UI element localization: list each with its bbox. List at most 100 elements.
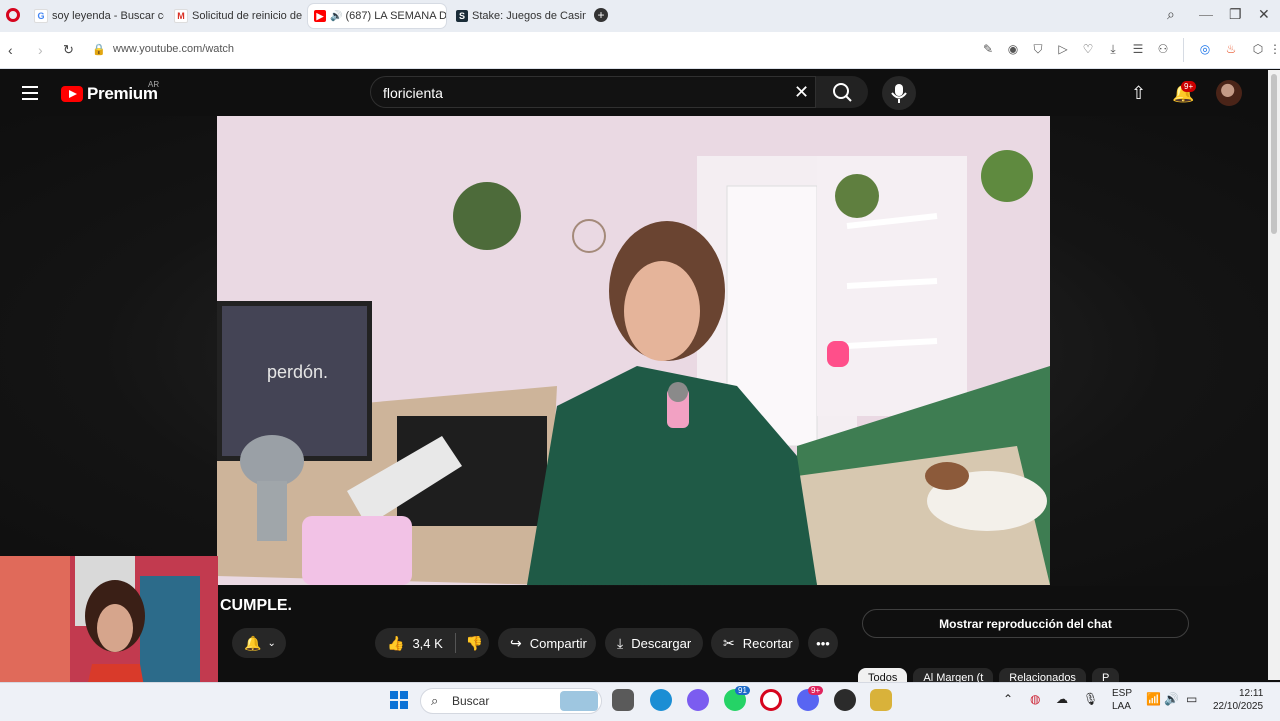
tab-google-search[interactable]: G soy leyenda - Buscar con G bbox=[28, 4, 164, 28]
language-bottom[interactable]: LAA bbox=[1112, 701, 1131, 712]
hamburger-menu-icon[interactable] bbox=[22, 86, 38, 100]
clock-time[interactable]: 12:11 bbox=[1239, 688, 1263, 699]
extension-fire-icon[interactable]: ♨ bbox=[1224, 42, 1238, 56]
tab-stake[interactable]: S Stake: Juegos de Casino O bbox=[450, 4, 586, 28]
extension-blue-icon[interactable]: ◎ bbox=[1198, 42, 1212, 56]
taskbar-search-input[interactable]: Buscar bbox=[452, 694, 489, 708]
video-player[interactable]: perdón. bbox=[217, 116, 1050, 585]
chip-more[interactable]: P bbox=[1091, 668, 1120, 682]
like-dislike-group: 👍 3,4 K 👎 bbox=[375, 628, 489, 658]
language-top[interactable]: ESP bbox=[1112, 688, 1132, 699]
whatsapp-badge: 91 bbox=[735, 686, 750, 695]
page-scrollbar-thumb[interactable] bbox=[1271, 74, 1277, 234]
show-chat-replay-button[interactable]: Mostrar reproducción del chat bbox=[862, 609, 1189, 638]
reload-icon[interactable]: ↻ bbox=[63, 42, 74, 58]
chip-related[interactable]: Relacionados bbox=[999, 668, 1086, 682]
account-icon[interactable]: ⚇ bbox=[1156, 42, 1170, 56]
notification-badge: 9+ bbox=[1181, 81, 1197, 92]
edge-icon[interactable] bbox=[650, 689, 672, 711]
gmail-icon: M bbox=[174, 9, 188, 23]
lock-icon: 🔒 bbox=[92, 44, 106, 56]
like-icon[interactable]: 👍 bbox=[387, 635, 404, 652]
shield-icon[interactable]: ⛉ bbox=[1031, 42, 1045, 56]
back-icon[interactable]: ‹ bbox=[8, 42, 13, 58]
url-field[interactable]: www.youtube.com/watch bbox=[113, 43, 234, 55]
close-window-icon[interactable]: ✕ bbox=[1258, 6, 1270, 23]
more-actions-button[interactable]: ••• bbox=[808, 628, 838, 658]
search-highlight-image[interactable] bbox=[560, 691, 598, 711]
file-explorer-icon[interactable] bbox=[612, 689, 634, 711]
region-code: AR bbox=[148, 80, 160, 89]
share-label: Compartir bbox=[529, 635, 587, 651]
browser-tab-strip: G soy leyenda - Buscar con G M Solicitud… bbox=[0, 0, 1280, 32]
tab-youtube[interactable]: ▶ 🔊 (687) LA SEMANA DE bbox=[308, 4, 446, 28]
obs-icon[interactable] bbox=[834, 689, 856, 711]
tray-mic-icon[interactable]: 🎙 bbox=[1083, 692, 1098, 706]
play-icon[interactable]: ▷ bbox=[1056, 42, 1070, 56]
camera-icon[interactable]: ◉ bbox=[1006, 42, 1020, 56]
easy-setup-icon[interactable]: ☰ bbox=[1131, 42, 1145, 56]
opera-logo-icon[interactable] bbox=[6, 8, 20, 22]
like-count[interactable]: 3,4 K bbox=[412, 636, 442, 651]
forward-icon[interactable]: › bbox=[38, 42, 43, 58]
tab-gmail[interactable]: M Solicitud de reinicio de co bbox=[168, 4, 304, 28]
related-chips: Todos Al Margen (t Relacionados P bbox=[858, 668, 1178, 682]
chip-channel[interactable]: Al Margen (t bbox=[913, 668, 994, 682]
search-tabs-icon[interactable]: ⌕ bbox=[1167, 6, 1175, 23]
bell-ring-icon: 🔔 bbox=[244, 634, 262, 651]
download-button[interactable]: ⤓ Descargar bbox=[605, 628, 703, 658]
extensions-cube-icon[interactable]: ⬡ bbox=[1251, 42, 1265, 56]
cloud-icon[interactable]: ☁ bbox=[1056, 692, 1068, 706]
more-options-icon[interactable]: ⋮ bbox=[1268, 42, 1280, 56]
clip-button[interactable]: ✂ Recortar bbox=[711, 628, 799, 658]
upload-icon[interactable]: ⇧ bbox=[1131, 83, 1146, 104]
microphone-icon bbox=[891, 84, 907, 103]
copilot-icon[interactable] bbox=[687, 689, 709, 711]
share-button[interactable]: ↪ Compartir bbox=[498, 628, 596, 658]
scissors-icon: ✂ bbox=[723, 634, 735, 651]
volume-icon[interactable]: 🔊 bbox=[1164, 692, 1179, 706]
google-icon: G bbox=[34, 9, 48, 23]
tab-title: soy leyenda - Buscar con G bbox=[52, 10, 164, 22]
video-frame-illustration: perdón. bbox=[217, 116, 1050, 585]
clock-date[interactable]: 22/10/2025 bbox=[1213, 701, 1263, 712]
share-icon: ↪ bbox=[510, 634, 522, 651]
opera-taskbar-icon[interactable] bbox=[760, 689, 782, 711]
search-input[interactable]: floricienta bbox=[383, 85, 443, 101]
new-tab-button[interactable]: + bbox=[594, 8, 608, 22]
voice-search-button[interactable] bbox=[882, 76, 916, 110]
divider bbox=[454, 633, 456, 653]
download-label: Descargar bbox=[631, 635, 692, 651]
heart-icon[interactable]: ♡ bbox=[1081, 42, 1095, 56]
speaker-icon[interactable]: 🔊 bbox=[330, 11, 342, 22]
chevron-up-icon[interactable]: ⌃ bbox=[1003, 692, 1013, 706]
minimize-icon[interactable]: — bbox=[1199, 6, 1213, 22]
subscribe-notification-button[interactable]: 🔔 ⌄ bbox=[232, 628, 286, 658]
wifi-icon[interactable]: 📶 bbox=[1146, 692, 1161, 706]
search-icon: ⌕ bbox=[431, 693, 439, 708]
battery-icon[interactable]: ▭ bbox=[1186, 692, 1197, 706]
youtube-logo-icon[interactable] bbox=[61, 86, 83, 102]
video-title: CUMPLE. bbox=[220, 597, 292, 614]
video-overlay-text: perdón. bbox=[267, 362, 328, 382]
avatar[interactable] bbox=[1216, 80, 1242, 106]
windows-start-icon[interactable] bbox=[390, 691, 408, 709]
address-bar: ‹ › ↻ 🔒 www.youtube.com/watch ✎ ◉ ⛉ ▷ ♡ … bbox=[0, 32, 1280, 69]
tray-app-icon[interactable]: ◍ bbox=[1030, 692, 1040, 706]
app-icon[interactable] bbox=[870, 689, 892, 711]
edit-icon[interactable]: ✎ bbox=[981, 42, 995, 56]
search-button[interactable] bbox=[816, 76, 868, 108]
download-icon[interactable]: ⤓ bbox=[1106, 42, 1120, 56]
clip-label: Recortar bbox=[742, 635, 793, 651]
clear-search-icon[interactable]: ✕ bbox=[794, 82, 809, 103]
maximize-icon[interactable]: ❐ bbox=[1229, 6, 1242, 23]
youtube-icon: ▶ bbox=[314, 10, 326, 22]
more-horizontal-icon: ••• bbox=[816, 635, 830, 651]
stake-icon: S bbox=[456, 10, 468, 22]
chevron-down-icon: ⌄ bbox=[267, 637, 276, 649]
dislike-icon[interactable]: 👎 bbox=[466, 635, 483, 652]
chip-all[interactable]: Todos bbox=[858, 668, 908, 682]
tab-title: Solicitud de reinicio de co bbox=[192, 10, 304, 22]
download-arrow-icon: ⤓ bbox=[617, 634, 624, 651]
tab-title: (687) LA SEMANA DE bbox=[345, 10, 446, 22]
